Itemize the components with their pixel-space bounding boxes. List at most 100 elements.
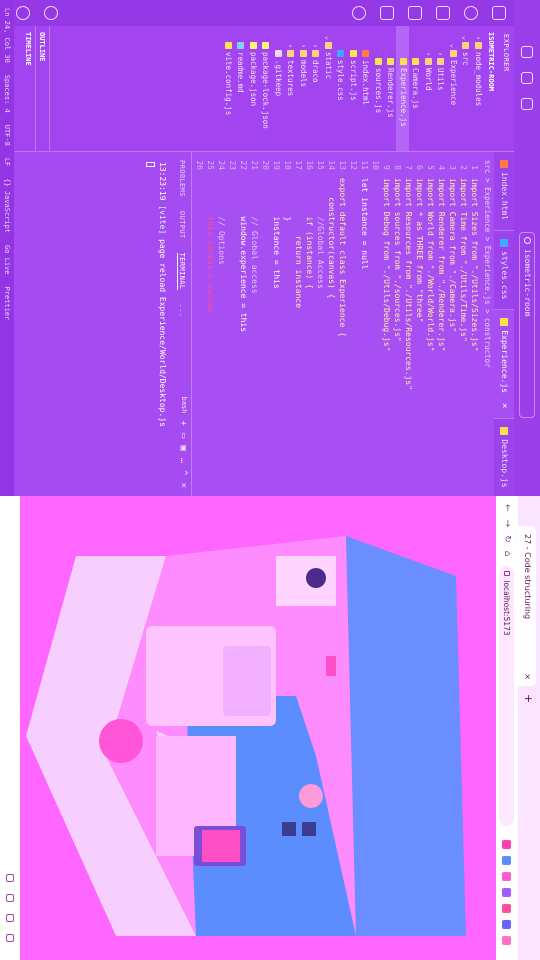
tree-file[interactable]: Camera.js — [409, 26, 422, 151]
code-line[interactable]: 18 } — [282, 152, 293, 496]
extension-icon[interactable] — [502, 936, 512, 946]
panel-tab[interactable]: ... — [178, 304, 186, 318]
close-panel-icon[interactable]: × — [178, 483, 188, 488]
code-line[interactable]: 6 import * as THREE from "three" — [414, 152, 425, 496]
code-line[interactable]: 4 import Renderer from "./Renderer.js" — [436, 152, 447, 496]
code-line[interactable]: 2 import Time from "./Utils/Time.js" — [458, 152, 469, 496]
code-line[interactable]: 1 import Sizes from "./Utils/Sizes.js" — [469, 152, 480, 496]
account-icon[interactable] — [44, 6, 58, 20]
breadcrumb[interactable]: src > Experience > Experience.js > const… — [480, 160, 494, 368]
panel-tab[interactable]: OUTPUT — [178, 211, 186, 239]
status-item[interactable]: Go Live — [3, 245, 11, 275]
extension-icon[interactable] — [502, 888, 512, 898]
tree-folder[interactable]: › node_modules — [472, 26, 485, 151]
tree-file[interactable]: style.css — [334, 26, 347, 151]
status-item[interactable]: Spaces: 4 — [3, 75, 11, 113]
browser-tab[interactable]: 27 - Code structuring × — [518, 526, 536, 686]
code-line[interactable]: 11 let instance = null — [359, 152, 370, 496]
code-line[interactable]: 10 — [370, 152, 381, 496]
home-icon[interactable]: ⌂ — [502, 551, 512, 557]
add-terminal-icon[interactable]: + — [178, 420, 188, 425]
code-line[interactable]: 23 — [227, 152, 238, 496]
maximize-panel-icon[interactable]: ^ — [178, 470, 188, 475]
files-icon[interactable] — [492, 6, 506, 20]
tree-file[interactable]: package-lock.json — [259, 26, 272, 151]
close-tab-icon[interactable]: × — [518, 673, 536, 680]
code-line[interactable]: 15 //Global Access — [315, 152, 326, 496]
tree-folder[interactable]: › World — [422, 26, 435, 151]
tree-file[interactable]: Experience.js — [396, 26, 409, 151]
code-line[interactable]: 25 this.canvas = canvas — [205, 152, 216, 496]
gear-icon[interactable] — [16, 6, 30, 20]
isometric-room-scene[interactable] — [20, 496, 496, 960]
tree-folder[interactable]: ⌄ Experience — [447, 26, 460, 151]
editor-tab[interactable]: Experience.js × — [494, 310, 514, 420]
tree-folder[interactable]: › models — [297, 26, 310, 151]
remote-icon[interactable] — [352, 6, 366, 20]
code-line[interactable]: 16 if (instance) { — [304, 152, 315, 496]
sidebar-icon[interactable] — [6, 874, 14, 882]
run-debug-icon[interactable] — [408, 6, 422, 20]
tree-folder[interactable]: › draco — [309, 26, 322, 151]
code-line[interactable]: 9 import Debug from "./Utils/Debug.js" — [381, 152, 392, 496]
panel-icon[interactable] — [521, 98, 533, 110]
more-icon[interactable]: … — [178, 458, 188, 463]
editor-tab[interactable]: Desktop.js — [494, 419, 514, 499]
extensions-icon[interactable] — [380, 6, 394, 20]
webgl-viewport[interactable] — [20, 496, 496, 960]
code-line[interactable]: 20 — [260, 152, 271, 496]
code-line[interactable]: 12 — [348, 152, 359, 496]
extension-icon[interactable] — [502, 904, 512, 914]
tree-folder[interactable]: › textures — [284, 26, 297, 151]
command-search[interactable]: isometric-room — [519, 232, 535, 418]
tree-file[interactable]: readme.md — [234, 26, 247, 151]
code-line[interactable]: 19 instance = this — [271, 152, 282, 496]
extension-icon[interactable] — [502, 872, 512, 882]
split-icon[interactable] — [521, 72, 533, 84]
code-line[interactable]: 8 import sources from "./sources.js" — [392, 152, 403, 496]
tree-folder[interactable]: ⌄ src — [459, 26, 472, 151]
source-control-icon[interactable] — [436, 6, 450, 20]
code-line[interactable]: 17 return instance — [293, 152, 304, 496]
tree-file[interactable]: package.json — [247, 26, 260, 151]
tree-file[interactable]: Renderer.js — [384, 26, 397, 151]
tree-file[interactable]: index.html — [359, 26, 372, 151]
downloads-icon[interactable] — [6, 894, 14, 902]
status-item[interactable]: LF — [3, 158, 11, 166]
reload-icon[interactable]: ↻ — [502, 535, 512, 543]
timeline-section[interactable]: TIMELINE — [22, 26, 36, 151]
url-field[interactable]: localhost:5173 — [499, 566, 515, 827]
editor-tab[interactable]: index.html — [494, 152, 514, 232]
extension-icon[interactable] — [502, 840, 512, 850]
tree-file[interactable]: script.js — [347, 26, 360, 151]
settings-icon[interactable] — [6, 914, 14, 922]
kill-terminal-icon[interactable]: ▣ — [178, 445, 188, 450]
editor-tab[interactable]: styles.css — [494, 231, 514, 311]
split-terminal-icon[interactable]: ▭ — [178, 433, 188, 438]
code-editor[interactable]: 1 import Sizes from "./Utils/Sizes.js" 2 im… — [107, 152, 480, 496]
close-tab-icon[interactable]: × — [494, 403, 514, 408]
code-line[interactable]: 21 // Global access — [249, 152, 260, 496]
code-line[interactable]: 24 // Options — [216, 152, 227, 496]
code-line[interactable]: 7 import Resources from "./Utils/Resource… — [403, 152, 414, 496]
status-item[interactable]: Prettier — [3, 287, 11, 321]
search-icon[interactable] — [464, 6, 478, 20]
new-tab-icon[interactable]: + — [523, 694, 536, 703]
panel-tab[interactable]: PROBLEMS — [178, 160, 186, 197]
code-line[interactable]: 26 — [194, 152, 205, 496]
forward-icon[interactable]: → — [502, 520, 512, 528]
tree-file[interactable]: .gitkeep — [272, 26, 285, 151]
root-folder[interactable]: ISOMETRIC-ROOM — [484, 26, 498, 151]
back-icon[interactable]: ← — [502, 504, 512, 512]
tree-folder[interactable]: ⌄ static — [322, 26, 335, 151]
tree-file[interactable]: sources.js — [372, 26, 385, 151]
terminal-shell-label[interactable]: bash — [178, 397, 188, 414]
code-line[interactable]: 14 constructor(canvas) { — [326, 152, 337, 496]
gear-icon[interactable] — [6, 934, 14, 942]
tree-folder[interactable]: › Utils — [434, 26, 447, 151]
code-line[interactable]: 5 import World from "./World/World.js" — [425, 152, 436, 496]
extension-icon[interactable] — [502, 856, 512, 866]
status-item[interactable]: {} JavaScript — [3, 178, 11, 233]
code-line[interactable]: 13 export default class Experience { — [337, 152, 348, 496]
status-item[interactable]: Ln 24, Col 30 — [3, 8, 11, 63]
